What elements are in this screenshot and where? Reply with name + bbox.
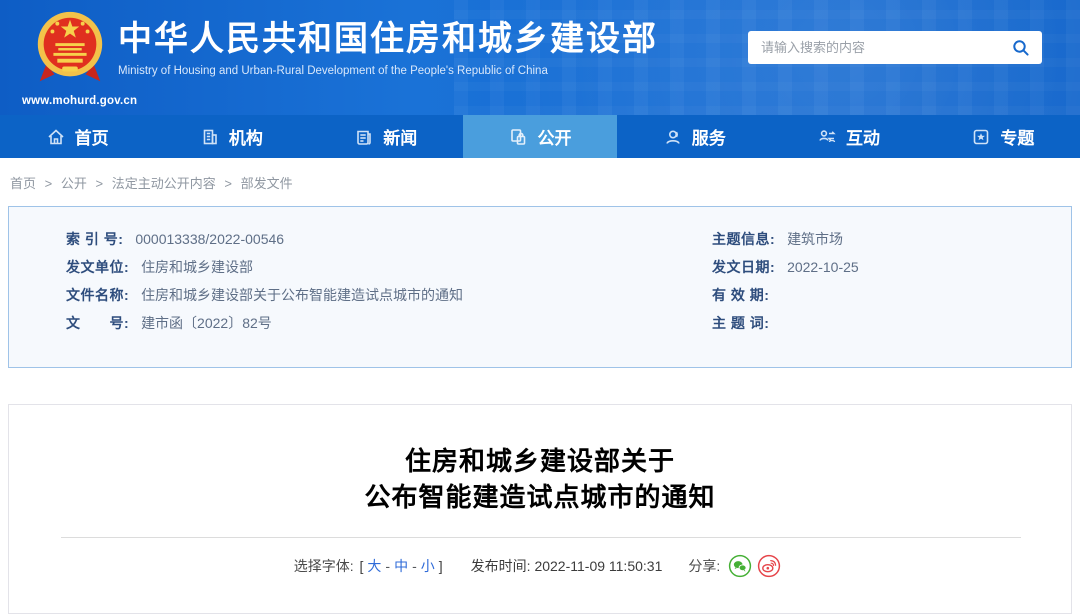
nav-tab-label: 服务 [692,124,726,149]
article-title-line2: 公布智能建造试点城市的通知 [9,479,1071,515]
font-selector-separator: - [385,558,390,574]
font-selector-bracket-open: [ [360,558,364,574]
site-header: www.mohurd.gov.cn 中华人民共和国住房和城乡建设部 Minist… [0,0,1080,115]
article-meta-row: 选择字体: [ 大 - 中 - 小 ] 发布时间: 2022-11-09 11:… [9,554,1071,578]
nav-tab-label: 机构 [229,124,263,149]
info-value: 000013338/2022-00546 [135,231,284,247]
publish-time-value: 2022-11-09 11:50:31 [534,558,662,574]
nav-tab-label: 互动 [846,124,880,149]
info-value: 2022-10-25 [787,259,859,275]
national-emblem-icon [33,76,107,93]
nav-tab-services[interactable]: 服务 [617,115,771,158]
nav-tab-label: 首页 [75,124,109,149]
font-selector-bracket-close: ] [439,558,443,574]
breadcrumb-separator: > [224,176,232,191]
breadcrumb: 首页 > 公开 > 法定主动公开内容 > 部发文件 [0,158,1080,203]
nav-tab-news[interactable]: 新闻 [309,115,463,158]
info-value: 建市函〔2022〕82号 [141,315,272,331]
article-title-line1: 住房和城乡建设部关于 [9,443,1071,479]
service-icon [663,127,683,147]
topics-icon [971,127,991,147]
info-value: 建筑市场 [787,231,843,247]
breadcrumb-item-statutory-content[interactable]: 法定主动公开内容 [112,176,216,191]
breadcrumb-item-ministry-documents: 部发文件 [241,176,293,191]
info-label: 索 引 号: [66,231,123,247]
font-selector-label: 选择字体: [294,556,354,576]
breadcrumb-item-home[interactable]: 首页 [10,176,36,191]
search-icon[interactable] [1000,39,1042,57]
nav-tab-home[interactable]: 首页 [0,115,154,158]
document-info-box: 索 引 号: 000013338/2022-00546 发文单位: 住房和城乡建… [8,206,1072,368]
info-row-issue-date: 发文日期: 2022-10-25 [712,260,1071,275]
news-icon [354,127,374,147]
site-title: 中华人民共和国住房和城乡建设部 [118,21,658,58]
publish-time-label: 发布时间: [471,556,531,576]
main-navigation: 首页 机构 新闻 公开 [0,115,1080,158]
info-row-keywords: 主 题 词: [712,316,1071,331]
nav-tab-disclosure[interactable]: 公开 [463,115,617,158]
article-content-box: 住房和城乡建设部关于 公布智能建造试点城市的通知 选择字体: [ 大 - 中 -… [8,404,1072,614]
font-size-small-button[interactable]: 小 [421,556,435,576]
wechat-share-icon[interactable] [728,554,752,578]
info-label: 发文日期: [712,259,775,275]
nav-tab-label: 专题 [1000,124,1034,149]
info-row-document-name: 文件名称: 住房和城乡建设部关于公布智能建造试点城市的通知 [66,288,709,303]
search-input[interactable] [748,39,1000,56]
site-logo: www.mohurd.gov.cn [22,9,118,107]
info-column-right: 主题信息: 建筑市场 发文日期: 2022-10-25 有 效 期: 主 题 词… [709,232,1071,367]
font-selector-separator: - [412,558,417,574]
nav-tab-label: 公开 [537,124,571,149]
info-row-validity: 有 效 期: [712,288,1071,303]
info-row-issuing-unit: 发文单位: 住房和城乡建设部 [66,260,709,275]
nav-tab-organization[interactable]: 机构 [154,115,308,158]
info-row-document-number: 文 号: 建市函〔2022〕82号 [66,316,709,331]
organization-icon [200,127,220,147]
info-row-topic-info: 主题信息: 建筑市场 [712,232,1071,247]
breadcrumb-item-disclosure[interactable]: 公开 [61,176,87,191]
info-value: 住房和城乡建设部 [141,259,253,275]
weibo-share-icon[interactable] [757,554,781,578]
article-title: 住房和城乡建设部关于 公布智能建造试点城市的通知 [9,443,1071,515]
info-label: 主 题 词: [712,315,769,331]
breadcrumb-separator: > [45,176,53,191]
info-label: 文 号: [66,315,129,331]
site-url: www.mohurd.gov.cn [22,95,118,107]
nav-tab-interaction[interactable]: 互动 [771,115,925,158]
font-size-large-button[interactable]: 大 [367,556,381,576]
interaction-icon [817,127,837,147]
info-label: 主题信息: [712,231,775,247]
info-value: 住房和城乡建设部关于公布智能建造试点城市的通知 [141,287,463,303]
nav-tab-label: 新闻 [383,124,417,149]
site-subtitle: Ministry of Housing and Urban-Rural Deve… [118,65,658,77]
nav-tab-topics[interactable]: 专题 [926,115,1080,158]
breadcrumb-separator: > [96,176,104,191]
share-label: 分享: [688,556,720,576]
title-divider [61,537,1021,538]
info-row-index-number: 索 引 号: 000013338/2022-00546 [66,232,709,247]
info-label: 发文单位: [66,259,129,275]
home-icon [46,127,66,147]
site-titles: 中华人民共和国住房和城乡建设部 Ministry of Housing and … [118,21,658,77]
info-label: 有 效 期: [712,287,769,303]
info-column-left: 索 引 号: 000013338/2022-00546 发文单位: 住房和城乡建… [9,232,709,367]
disclosure-icon [508,127,528,147]
search-box [748,31,1042,64]
info-label: 文件名称: [66,287,129,303]
font-size-medium-button[interactable]: 中 [394,556,408,576]
